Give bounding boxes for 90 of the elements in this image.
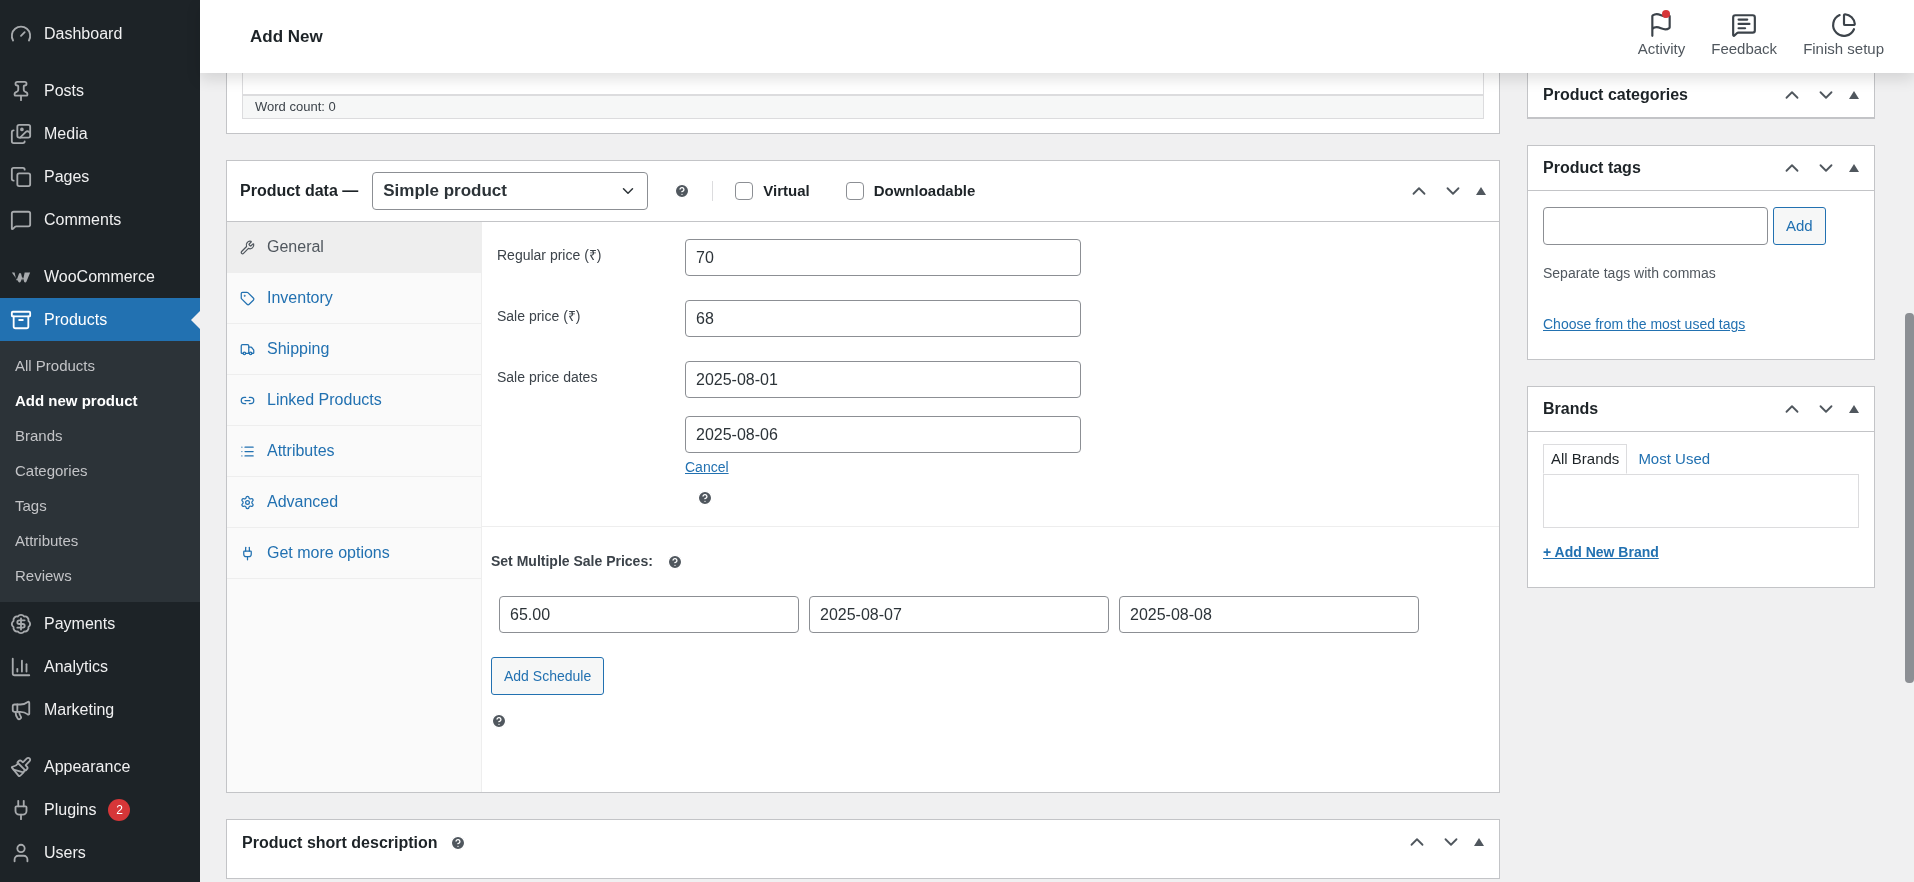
pie-chart-icon	[1830, 12, 1857, 39]
panel-title: Product categories	[1543, 85, 1688, 105]
add-schedule-button[interactable]: Add Schedule	[491, 657, 605, 695]
collapse-icon[interactable]	[1849, 164, 1859, 172]
text-field[interactable]: 2025-08-06	[685, 416, 1081, 453]
feedback-icon	[1731, 12, 1758, 39]
help-icon[interactable]	[666, 553, 683, 570]
collapse-icon[interactable]	[1474, 838, 1484, 846]
list-icon	[240, 443, 255, 459]
collapse-icon[interactable]	[1849, 91, 1859, 99]
field-label: Sale price dates	[497, 368, 599, 387]
speech-bubble-icon	[10, 208, 32, 231]
help-icon[interactable]	[449, 835, 466, 851]
sidebar-item[interactable]: Posts	[0, 69, 200, 112]
text-field[interactable]: 2025-08-01	[685, 361, 1081, 398]
help-icon[interactable]	[674, 183, 691, 199]
sidebar-item[interactable]: Payments	[0, 602, 200, 645]
archive-box-icon	[10, 308, 32, 331]
product-type-select[interactable]: Simple product	[372, 172, 649, 210]
sidebar-item[interactable]: Users	[0, 831, 200, 874]
sidebar-item[interactable]: Comments	[0, 198, 200, 241]
sidebar-item[interactable]: Marketing	[0, 688, 200, 731]
brands-tab[interactable]: All Brands	[1543, 444, 1628, 474]
sidebar-item[interactable]: Plugins 2	[0, 788, 200, 831]
product-tab[interactable]: Advanced	[227, 477, 481, 528]
plug-icon	[240, 545, 255, 561]
sidebar-item[interactable]: Analytics	[0, 645, 200, 688]
tag-icon	[240, 290, 255, 306]
images-icon	[10, 122, 32, 145]
cancel-link[interactable]: Cancel	[685, 457, 1081, 478]
panel-title: Product short description	[242, 833, 438, 853]
gear-icon	[240, 494, 255, 510]
collapse-icon[interactable]	[1476, 187, 1486, 195]
panel-title: Product tags	[1543, 158, 1641, 178]
add-brand-link[interactable]: + Add New Brand	[1543, 542, 1859, 563]
submenu-item[interactable]: Categories	[0, 454, 200, 489]
checkbox[interactable]	[845, 182, 864, 200]
submenu-item[interactable]: All Products	[0, 349, 200, 384]
sidebar-item[interactable]: Pages	[0, 155, 200, 198]
product-tab[interactable]: Shipping	[227, 324, 481, 375]
product-tab[interactable]: Inventory	[227, 273, 481, 324]
field-label: Regular price (₹)	[497, 246, 603, 265]
submenu-item[interactable]: Add new product	[0, 384, 200, 419]
text-field[interactable]: 65.00	[499, 596, 799, 633]
checkbox-label: Downloadable	[873, 180, 976, 201]
word-count: Word count: 0	[255, 98, 336, 117]
count-badge: 2	[108, 798, 131, 821]
field-label: Sale price (₹)	[497, 307, 582, 326]
sidebar-item[interactable]: Appearance	[0, 745, 200, 788]
hint-text: Separate tags with commas	[1543, 264, 1717, 283]
product-tab[interactable]: Linked Products	[227, 375, 481, 426]
tag-input-field[interactable]	[1543, 207, 1768, 245]
megaphone-icon	[10, 698, 32, 721]
header-action[interactable]: Feedback	[1711, 12, 1778, 61]
header-action[interactable]: Activity	[1637, 12, 1686, 61]
sidebar-item[interactable]: Dashboard	[0, 12, 200, 55]
section-label: Set Multiple Sale Prices:	[491, 552, 653, 571]
product-tab[interactable]: General	[227, 222, 481, 273]
text-field[interactable]: 2025-08-08	[1119, 596, 1419, 633]
page-title: Add New	[250, 25, 323, 48]
brands-tab[interactable]: Most Used	[1631, 444, 1718, 474]
paintbrush-icon	[10, 755, 32, 778]
panel-title: Product data —	[240, 181, 359, 201]
text-field[interactable]: 2025-08-07	[809, 596, 1109, 633]
checkbox[interactable]	[735, 182, 754, 200]
wrench-icon	[240, 239, 255, 255]
product-tab[interactable]: Attributes	[227, 426, 481, 477]
most-used-tags-link[interactable]: Choose from the most used tags	[1543, 314, 1859, 335]
bar-chart-icon	[10, 655, 32, 678]
submenu-item[interactable]: Reviews	[0, 559, 200, 594]
current-pointer-icon	[191, 311, 200, 329]
dollar-icon	[10, 612, 32, 635]
text-field[interactable]: 68	[685, 300, 1081, 337]
pages-icon	[10, 165, 32, 188]
checkbox-label: Virtual	[763, 180, 810, 201]
help-icon[interactable]	[491, 713, 507, 729]
sidebar-item[interactable]: Products	[0, 298, 200, 341]
add-tag-button[interactable]: Add	[1773, 207, 1826, 245]
submenu-item[interactable]: Brands	[0, 419, 200, 454]
text-field[interactable]: 70	[685, 239, 1081, 276]
product-tab[interactable]: Get more options	[227, 528, 481, 579]
submenu-item[interactable]: Attributes	[0, 524, 200, 559]
sidebar-item[interactable]: WooCommerce	[0, 255, 200, 298]
header-action[interactable]: Finish setup	[1803, 12, 1884, 61]
sidebar-item[interactable]: Media	[0, 112, 200, 155]
submenu-item[interactable]: Tags	[0, 489, 200, 524]
help-icon[interactable]	[697, 490, 713, 506]
collapse-icon[interactable]	[1849, 405, 1859, 413]
truck-icon	[240, 341, 255, 357]
panel-title: Brands	[1543, 399, 1599, 419]
